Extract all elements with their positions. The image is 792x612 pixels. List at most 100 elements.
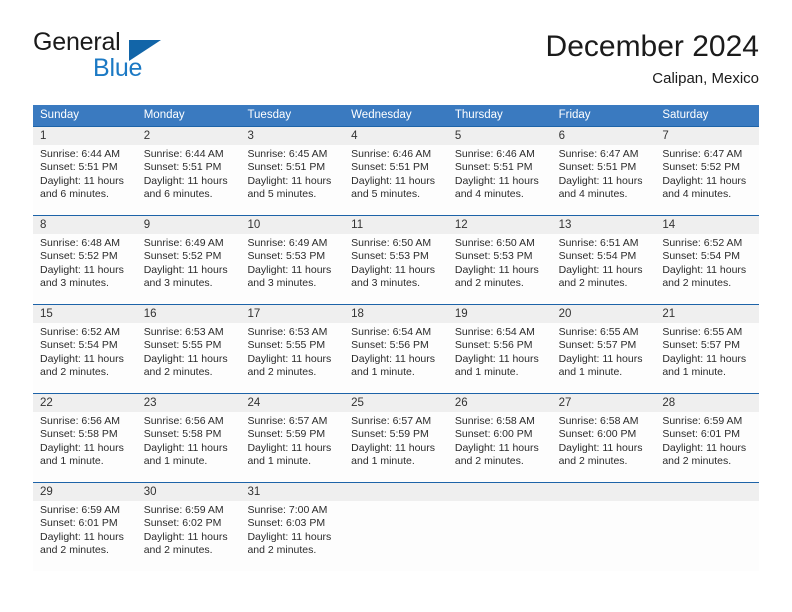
day-cell[interactable]: Sunrise: 6:44 AM Sunset: 5:51 PM Daylight:… [137, 145, 241, 215]
day-number[interactable]: 18 [344, 305, 448, 323]
day-cell[interactable]: Sunrise: 6:44 AM Sunset: 5:51 PM Daylight:… [33, 145, 137, 215]
day-daylight-line: Daylight: 11 hours [247, 174, 332, 187]
day-number[interactable]: 10 [240, 216, 344, 234]
day-cell[interactable]: Sunrise: 6:56 AM Sunset: 5:58 PM Daylight:… [137, 412, 241, 482]
day-number[interactable]: 6 [552, 127, 656, 145]
day-number[interactable]: 4 [344, 127, 448, 145]
day-number[interactable]: 17 [240, 305, 344, 323]
day-number[interactable]: 23 [137, 394, 241, 412]
day-cell[interactable]: Sunrise: 6:57 AM Sunset: 5:59 PM Daylight:… [240, 412, 344, 482]
day-sunset-line: Sunset: 5:51 PM [247, 161, 326, 174]
day-sunset-line: Sunset: 5:52 PM [40, 250, 118, 263]
weekday-header-thursday: Thursday [454, 109, 503, 121]
day-number[interactable]: 5 [448, 127, 552, 145]
day-cell[interactable]: Sunrise: 6:47 AM Sunset: 5:52 PM Daylight:… [655, 145, 759, 215]
day-number[interactable]: 1 [33, 127, 137, 145]
day-daylight-line: and 6 minutes. [143, 187, 213, 200]
day-number[interactable]: 19 [448, 305, 552, 323]
day-sunrise-line: Sunrise: 6:51 AM [558, 237, 639, 249]
day-daylight-line: Daylight: 11 hours [558, 441, 643, 454]
day-number[interactable]: 29 [33, 483, 137, 501]
day-number[interactable]: 30 [137, 483, 241, 501]
day-sunset-line: Sunset: 5:55 PM [143, 339, 222, 352]
day-sunrise-line: Sunrise: 6:53 AM [143, 326, 224, 338]
day-number[interactable]: 27 [552, 394, 656, 412]
day-number[interactable]: 11 [344, 216, 448, 234]
day-cell[interactable]: Sunrise: 6:59 AM Sunset: 6:02 PM Daylight:… [137, 501, 241, 571]
day-daylight-line: Daylight: 11 hours [40, 441, 124, 454]
day-cell[interactable]: Sunrise: 6:47 AM Sunset: 5:51 PM Daylight:… [552, 145, 656, 215]
day-daylight-line: and 1 minute. [558, 365, 623, 378]
day-cell[interactable]: Sunrise: 6:46 AM Sunset: 5:51 PM Daylight:… [344, 145, 448, 215]
day-cell[interactable]: Sunrise: 6:56 AM Sunset: 5:58 PM Daylight:… [33, 412, 137, 482]
day-cell[interactable]: Sunrise: 6:59 AM Sunset: 6:01 PM Daylight:… [655, 412, 759, 482]
day-daylight-line: and 4 minutes. [454, 187, 524, 200]
day-number[interactable]: 21 [655, 305, 759, 323]
day-daylight-line: and 1 minute. [351, 365, 415, 378]
day-cell[interactable]: Sunrise: 7:00 AM Sunset: 6:03 PM Daylight:… [240, 501, 344, 571]
day-cell[interactable]: Sunrise: 6:51 AM Sunset: 5:54 PM Daylight:… [552, 234, 656, 304]
day-daylight-line: and 3 minutes. [351, 276, 421, 289]
day-number[interactable]: 26 [448, 394, 552, 412]
day-sunrise-line: Sunrise: 6:49 AM [247, 237, 328, 249]
day-cell[interactable]: Sunrise: 6:54 AM Sunset: 5:56 PM Daylight:… [448, 323, 552, 393]
day-daylight-line: Daylight: 11 hours [143, 263, 228, 276]
day-number[interactable]: 24 [240, 394, 344, 412]
day-number[interactable]: 28 [655, 394, 759, 412]
day-cell[interactable]: Sunrise: 6:49 AM Sunset: 5:52 PM Daylight:… [137, 234, 241, 304]
day-daylight-line: Daylight: 11 hours [143, 441, 228, 454]
day-number[interactable]: 3 [240, 127, 344, 145]
day-number[interactable]: 15 [33, 305, 137, 323]
day-cell[interactable]: Sunrise: 6:46 AM Sunset: 5:51 PM Daylight:… [448, 145, 552, 215]
day-cell[interactable]: Sunrise: 6:50 AM Sunset: 5:53 PM Daylight:… [344, 234, 448, 304]
day-number[interactable]: 16 [137, 305, 241, 323]
week-row: 22 23 24 25 26 27 28 Sunrise: 6:56 AM Sunset: 5:… [33, 393, 759, 482]
day-daylight-line: and 1 minute. [40, 454, 104, 467]
day-daylight-line: and 1 minute. [351, 454, 415, 467]
day-sunset-line: Sunset: 5:59 PM [247, 428, 326, 441]
day-cell[interactable]: Sunrise: 6:52 AM Sunset: 5:54 PM Daylight:… [33, 323, 137, 393]
day-number-row: 15 16 17 18 19 20 21 [33, 305, 759, 323]
day-cell[interactable]: Sunrise: 6:55 AM Sunset: 5:57 PM Daylight:… [552, 323, 656, 393]
day-number[interactable]: 2 [137, 127, 241, 145]
day-cell[interactable]: Sunrise: 6:57 AM Sunset: 5:59 PM Daylight:… [344, 412, 448, 482]
day-cell[interactable]: Sunrise: 6:58 AM Sunset: 6:00 PM Daylight:… [552, 412, 656, 482]
day-number[interactable]: 12 [448, 216, 552, 234]
day-number[interactable]: 9 [137, 216, 241, 234]
day-cell[interactable]: Sunrise: 6:48 AM Sunset: 5:52 PM Daylight:… [33, 234, 137, 304]
day-sunset-line: Sunset: 6:01 PM [662, 428, 740, 441]
day-sunrise-line: Sunrise: 6:56 AM [143, 415, 224, 427]
day-daylight-line: and 2 minutes. [454, 276, 524, 289]
day-daylight-line: Daylight: 11 hours [351, 441, 436, 454]
day-daylight-line: Daylight: 11 hours [40, 263, 124, 276]
day-cell[interactable]: Sunrise: 6:55 AM Sunset: 5:57 PM Daylight:… [655, 323, 759, 393]
day-number[interactable]: 8 [33, 216, 137, 234]
day-cell[interactable]: Sunrise: 6:45 AM Sunset: 5:51 PM Daylight:… [240, 145, 344, 215]
day-number[interactable]: 13 [552, 216, 656, 234]
day-sunset-line: Sunset: 5:57 PM [662, 339, 740, 352]
day-number [552, 483, 656, 501]
week-row: 1 2 3 4 5 6 7 Sunrise: 6:44 AM Sunset: 5:51 PM Da… [33, 126, 759, 215]
day-detail-row: Sunrise: 6:48 AM Sunset: 5:52 PM Daylight:… [33, 234, 759, 304]
day-cell[interactable]: Sunrise: 6:50 AM Sunset: 5:53 PM Daylight:… [448, 234, 552, 304]
day-cell[interactable]: Sunrise: 6:53 AM Sunset: 5:55 PM Daylight:… [137, 323, 241, 393]
day-cell[interactable]: Sunrise: 6:52 AM Sunset: 5:54 PM Daylight:… [655, 234, 759, 304]
logo-word-blue: Blue [93, 54, 143, 82]
day-number[interactable]: 14 [655, 216, 759, 234]
day-sunrise-line: Sunrise: 6:46 AM [351, 148, 432, 160]
day-sunset-line: Sunset: 5:54 PM [662, 250, 740, 263]
day-daylight-line: Daylight: 11 hours [558, 263, 643, 276]
day-number[interactable]: 25 [344, 394, 448, 412]
day-cell[interactable]: Sunrise: 6:49 AM Sunset: 5:53 PM Daylight:… [240, 234, 344, 304]
day-number[interactable]: 31 [240, 483, 344, 501]
day-number[interactable]: 22 [33, 394, 137, 412]
day-sunrise-line: Sunrise: 6:55 AM [558, 326, 639, 338]
day-cell[interactable]: Sunrise: 6:59 AM Sunset: 6:01 PM Daylight:… [33, 501, 137, 571]
day-daylight-line: and 2 minutes. [558, 276, 628, 289]
day-number[interactable]: 7 [655, 127, 759, 145]
day-cell[interactable]: Sunrise: 6:54 AM Sunset: 5:56 PM Daylight:… [344, 323, 448, 393]
day-number[interactable]: 20 [552, 305, 656, 323]
day-cell[interactable]: Sunrise: 6:58 AM Sunset: 6:00 PM Daylight:… [448, 412, 552, 482]
day-sunrise-line: Sunrise: 6:44 AM [143, 148, 224, 160]
day-cell[interactable]: Sunrise: 6:53 AM Sunset: 5:55 PM Daylight:… [240, 323, 344, 393]
